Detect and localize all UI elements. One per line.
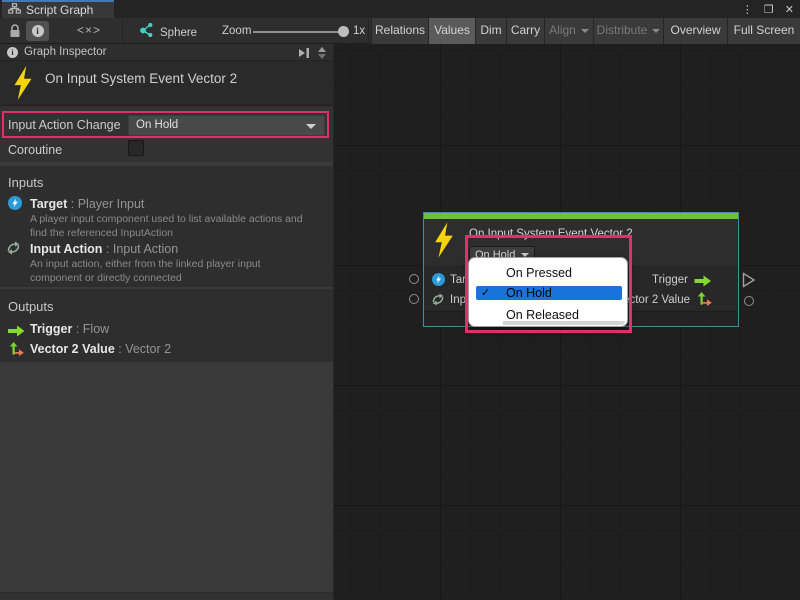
inspector-header-label: Graph Inspector <box>24 46 106 58</box>
flow-arrow-icon <box>8 324 25 342</box>
toolbar-button-distribute[interactable]: Distribute <box>593 18 663 44</box>
toolbar-button-fullscreen[interactable]: Full Screen <box>727 18 800 44</box>
lock-icon[interactable] <box>9 24 21 43</box>
outputs-heading: Outputs <box>8 299 54 314</box>
info-icon: i <box>7 47 18 58</box>
input-pin-target: Target : Player Input <box>30 197 144 211</box>
input-action-change-menu: On Pressed ✓ On Hold On Released <box>468 257 628 327</box>
pin-description: component or directly connected <box>30 272 182 284</box>
flow-arrow-icon <box>694 274 712 292</box>
toolbar-separator <box>368 20 369 42</box>
maximize-icon[interactable]: ❐ <box>764 3 774 16</box>
close-icon[interactable]: ✕ <box>785 3 794 16</box>
toolbar-button-overview[interactable]: Overview <box>663 18 727 44</box>
toolbar-button-carry[interactable]: Carry <box>506 18 544 44</box>
player-input-icon <box>432 273 445 291</box>
port-connector-trigger[interactable] <box>742 272 756 293</box>
scroll-up-icon[interactable] <box>318 47 326 52</box>
graph-breadcrumb[interactable]: Sphere <box>139 23 197 42</box>
input-pin-input-action: Input Action : Input Action <box>30 242 178 256</box>
tab-script-graph[interactable]: Script Graph <box>2 0 114 18</box>
input-action-icon <box>6 241 21 260</box>
port-connector-vector2-value[interactable] <box>744 296 754 306</box>
event-bolt-icon <box>12 66 34 105</box>
graph-toolbar: i <×> Sphere Zoom 1x Relations Values Di… <box>0 18 800 44</box>
inspector-properties: Input Action Change On Hold Coroutine <box>0 106 333 162</box>
port-connector-input-action[interactable] <box>409 294 419 304</box>
graph-inspector-toggle-button[interactable]: i <box>26 21 49 41</box>
port-connector-target[interactable] <box>409 274 419 284</box>
inputs-section: Inputs Target : Player Input A player in… <box>0 166 333 287</box>
graph-inspector-panel: i Graph Inspector On Input System Event … <box>0 44 334 600</box>
menu-item-on-pressed[interactable]: On Pressed <box>469 263 627 284</box>
pin-description: A player input component used to list av… <box>30 213 303 225</box>
output-pin-vector2-value: Vector 2 Value : Vector 2 <box>30 342 171 356</box>
graph-hierarchy-icon <box>8 1 21 19</box>
chevron-down-icon <box>652 29 660 33</box>
zoom-slider-thumb[interactable] <box>338 26 349 37</box>
zoom-slider[interactable] <box>253 31 347 33</box>
vector2-icon <box>696 292 712 312</box>
panel-footer <box>0 592 333 600</box>
tab-strip: Script Graph ⋮ ❐ ✕ <box>0 0 800 18</box>
chevron-down-icon <box>581 29 589 33</box>
inspector-node-title: On Input System Event Vector 2 <box>45 71 237 86</box>
toolbar-button-dim[interactable]: Dim <box>475 18 506 44</box>
vector2-icon <box>8 342 24 362</box>
window-controls: ⋮ ❐ ✕ <box>742 0 794 18</box>
check-icon: ✓ <box>481 286 490 300</box>
inspector-header: i Graph Inspector <box>0 44 333 61</box>
toolbar-button-values[interactable]: Values <box>428 18 475 44</box>
node-port-trigger-label: Trigger <box>652 274 688 286</box>
input-action-change-label: Input Action Change <box>8 118 121 132</box>
coroutine-checkbox[interactable] <box>128 140 144 156</box>
outputs-section: Outputs Trigger : Flow Vector 2 Value : … <box>0 289 333 362</box>
zoom-label: Zoom <box>222 25 251 37</box>
toolbar-separator <box>122 20 123 42</box>
panel-scroll-spinner[interactable] <box>315 45 329 60</box>
script-graph-icon <box>139 23 153 42</box>
event-bolt-icon <box>433 222 455 263</box>
coroutine-label: Coroutine <box>8 143 62 157</box>
tab-label: Script Graph <box>26 3 93 17</box>
output-pin-trigger: Trigger : Flow <box>30 322 109 336</box>
info-icon: i <box>32 25 44 37</box>
unity-script-graph-window: Script Graph ⋮ ❐ ✕ i <×> Sphere Zoom 1x … <box>0 0 800 600</box>
graph-name-label: Sphere <box>160 27 197 39</box>
pin-description: An input action, either from the linked … <box>30 258 261 270</box>
toolbar-button-align[interactable]: Align <box>544 18 593 44</box>
window-menu-icon[interactable]: ⋮ <box>742 3 753 16</box>
input-action-icon <box>431 293 445 311</box>
zoom-value: 1x <box>353 25 365 37</box>
inspector-node-title-block: On Input System Event Vector 2 <box>0 61 333 106</box>
node-title: On Input System Event Vector 2 <box>469 228 633 240</box>
code-preview-icon[interactable]: <×> <box>72 23 106 37</box>
inputs-heading: Inputs <box>8 175 43 190</box>
scroll-down-icon[interactable] <box>318 54 326 59</box>
menu-bottom-strip <box>503 321 625 325</box>
player-input-icon <box>8 196 22 215</box>
pin-description: find the referenced InputAction <box>30 227 173 239</box>
menu-item-on-hold-selected[interactable]: ✓ On Hold <box>476 286 622 300</box>
input-action-change-dropdown[interactable]: On Hold <box>128 115 325 136</box>
toolbar-button-relations[interactable]: Relations <box>371 18 428 44</box>
chevron-down-icon <box>306 124 316 129</box>
